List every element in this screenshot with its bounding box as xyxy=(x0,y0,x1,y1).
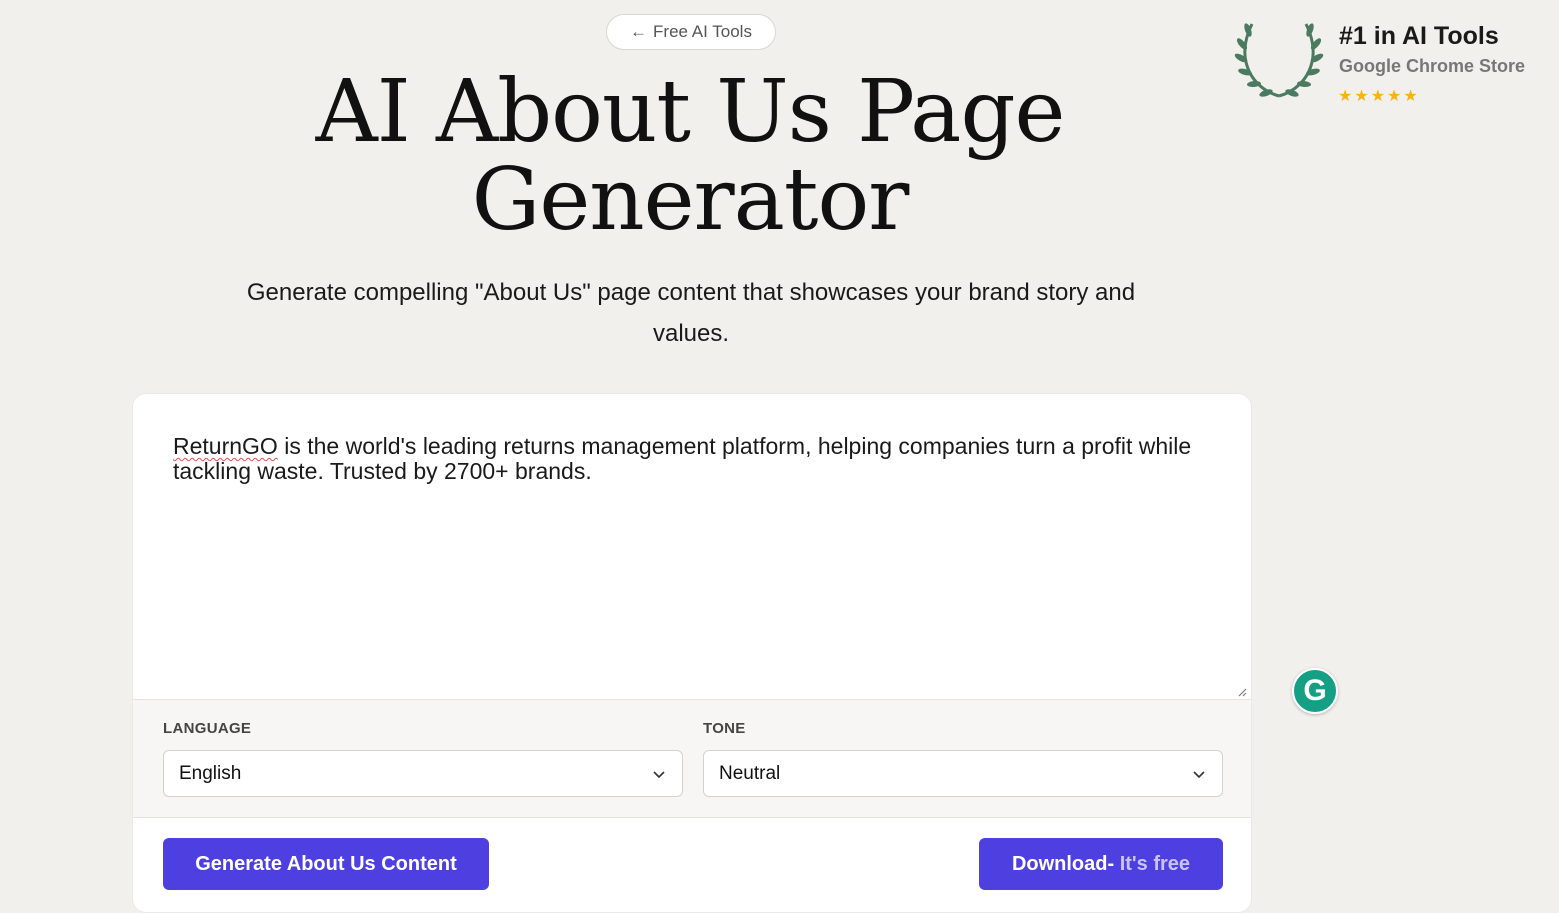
description-input[interactable]: ReturnGO is the world's leading returns … xyxy=(133,394,1251,700)
grammarly-icon[interactable]: G xyxy=(1292,668,1338,714)
title-line-1: AI About Us Page xyxy=(315,62,1066,162)
star-rating: ★★★★★ xyxy=(1338,88,1420,105)
laurel-wreath-icon xyxy=(1234,23,1324,98)
chevron-down-icon xyxy=(1193,771,1205,779)
tone-select[interactable]: Neutral xyxy=(703,750,1223,797)
back-link-label: Free AI Tools xyxy=(653,22,752,41)
tone-label: TONE xyxy=(703,720,746,737)
download-label: Download- xyxy=(1011,852,1115,875)
download-button[interactable]: Download- It's free xyxy=(979,838,1223,890)
badge-subtitle: Google Chrome Store xyxy=(1339,56,1526,76)
page-subtitle: Generate compelling "About Us" page cont… xyxy=(246,279,1136,347)
chevron-down-icon xyxy=(653,771,665,779)
badge-title: #1 in AI Tools xyxy=(1339,22,1499,50)
arrow-left-icon: ← xyxy=(630,22,648,41)
input-text: is the world's leading returns managemen… xyxy=(173,433,1192,484)
page-title: AI About Us Page Generator xyxy=(200,68,1180,244)
chrome-store-badge: #1 in AI Tools Google Chrome Store ★★★★★ xyxy=(1234,18,1544,108)
language-select[interactable]: English xyxy=(163,750,683,797)
input-text-misspelled-word: ReturnGO xyxy=(173,433,278,459)
options-panel: LANGUAGE English TONE Neutral xyxy=(133,700,1251,818)
generate-button[interactable]: Generate About Us Content xyxy=(163,838,489,890)
generator-card: ReturnGO is the world's leading returns … xyxy=(132,393,1252,913)
resize-handle-icon[interactable] xyxy=(1237,687,1247,697)
tone-value: Neutral xyxy=(719,762,781,784)
language-label: LANGUAGE xyxy=(163,720,252,737)
free-ai-tools-link[interactable]: ← Free AI Tools xyxy=(606,14,776,50)
download-free-label: It's free xyxy=(1114,852,1191,875)
title-line-2: Generator xyxy=(471,150,910,250)
language-value: English xyxy=(179,762,242,784)
